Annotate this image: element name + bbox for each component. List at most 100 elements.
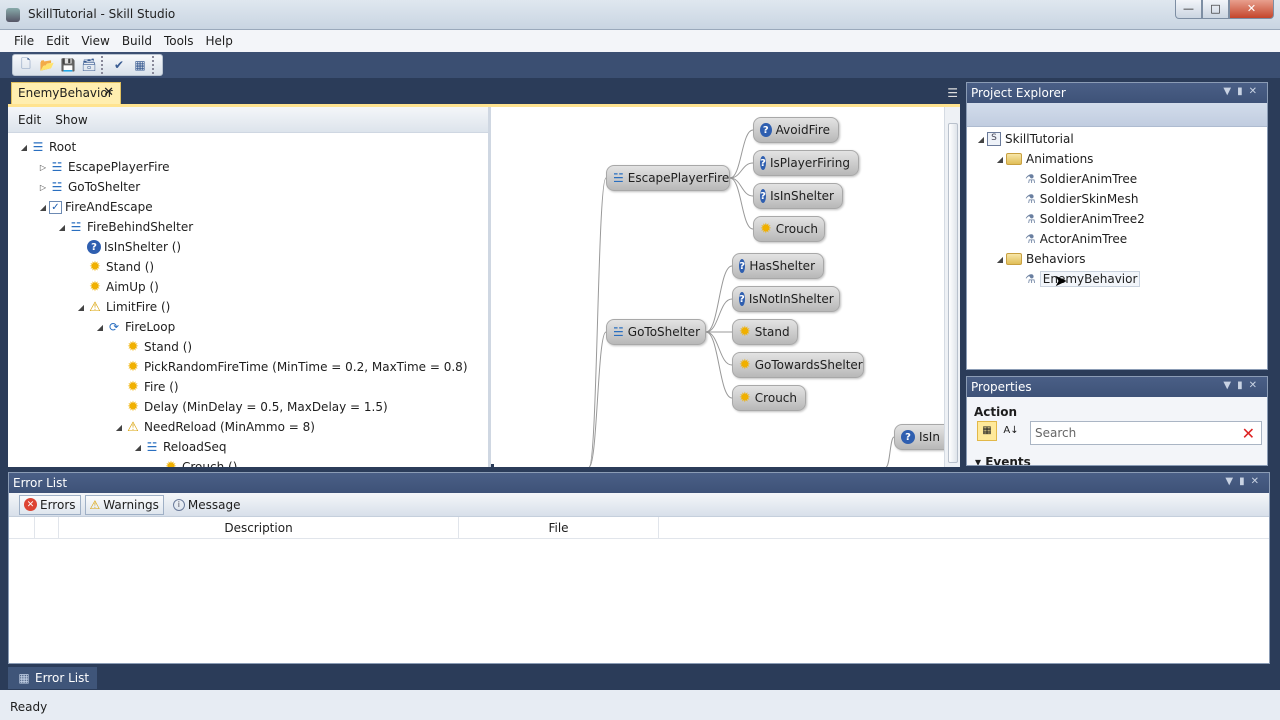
project-tree-item-label: SkillTutorial [1005, 132, 1074, 146]
close-tab-icon[interactable]: ✕ [103, 85, 114, 100]
expander-icon[interactable]: ▷ [37, 183, 49, 192]
action-icon: ✹ [127, 399, 139, 415]
document-menu-icon[interactable]: ☰ [947, 86, 958, 100]
tree-node[interactable]: ▷ ☱ GoToShelter [37, 177, 140, 197]
graph-node[interactable]: ☱ GoToShelter [606, 319, 706, 345]
maximize-button[interactable]: □ [1202, 0, 1229, 19]
menu-view[interactable]: View [75, 34, 115, 48]
expander-icon[interactable]: ◢ [56, 223, 68, 232]
project-explorer-header: Project Explorer ▼▮✕ [967, 83, 1267, 103]
tree-node[interactable]: ◢ ☱ FireBehindShelter [56, 217, 193, 237]
project-tree-item-label: SoldierAnimTree [1039, 172, 1138, 186]
expander-icon[interactable]: ◢ [132, 443, 144, 452]
animation-tree-icon: ⚗ [1025, 232, 1036, 246]
column-severity[interactable] [9, 517, 35, 539]
tree-show-menu[interactable]: Show [55, 113, 87, 127]
graph-node[interactable]: ✹ GoTowardsShelter [732, 352, 864, 378]
tab-enemy-behavior[interactable]: EnemyBehavior ✕ [11, 82, 121, 104]
tree-node[interactable]: ✹ Crouch () [151, 457, 237, 467]
save-all-icon[interactable]: 🗃 [80, 56, 98, 74]
column-index[interactable] [35, 517, 59, 539]
graph-node[interactable]: ✹ Crouch [732, 385, 806, 411]
tree-node[interactable]: ◢ ✓ FireAndEscape [37, 197, 153, 217]
expander-icon[interactable]: ◢ [94, 323, 106, 332]
tree-node[interactable]: ✹ PickRandomFireTime (MinTime = 0.2, MaxT… [113, 357, 467, 377]
property-search-box[interactable]: Search ✕ [1030, 421, 1262, 445]
expander-icon[interactable]: ▷ [37, 163, 49, 172]
properties-panel-controls[interactable]: ▼▮✕ [1223, 380, 1263, 391]
expander-icon[interactable]: ◢ [18, 143, 30, 152]
tree-node[interactable]: ? IsInShelter () [75, 237, 181, 257]
project-tree-item[interactable]: ⚗ ActorAnimTree [1013, 229, 1127, 249]
build-check-icon[interactable]: ✔ [110, 56, 128, 74]
column-file[interactable]: File [459, 517, 659, 539]
expander-icon[interactable]: ◢ [975, 135, 987, 144]
menu-file[interactable]: File [8, 34, 40, 48]
expander-icon[interactable]: ◢ [37, 203, 49, 212]
expander-icon[interactable]: ◢ [994, 155, 1006, 164]
menu-edit[interactable]: Edit [40, 34, 75, 48]
tree-node-label: Delay (MinDelay = 0.5, MaxDelay = 1.5) [144, 400, 388, 414]
project-tree-item[interactable]: ⚗ SoldierSkinMesh [1013, 189, 1138, 209]
alphabetical-sort-icon[interactable]: A↓ [1001, 421, 1021, 441]
tree-node[interactable]: ◢ ⟳ FireLoop [94, 317, 175, 337]
graph-vertical-scrollbar[interactable] [944, 107, 960, 467]
graph-node[interactable]: ? HasShelter [732, 253, 824, 279]
tab-error-list[interactable]: ▦ Error List [8, 667, 98, 689]
toolbar-grip[interactable] [101, 56, 107, 74]
graph-node[interactable]: ? AvoidFire [753, 117, 839, 143]
tree-edit-menu[interactable]: Edit [18, 113, 41, 127]
project-tree-item[interactable]: ◢ Behaviors [994, 249, 1086, 269]
error-list-panel-controls[interactable]: ▼▮✕ [1225, 476, 1265, 487]
column-description[interactable]: Description [59, 517, 459, 539]
events-category[interactable]: ▾ Events [975, 455, 1031, 465]
graph-node[interactable]: ? IsNotInShelter [732, 286, 840, 312]
graph-node[interactable]: ✹ Stand [732, 319, 798, 345]
menu-tools[interactable]: Tools [158, 34, 200, 48]
tree-node[interactable]: ◢ ☰ Root [18, 137, 76, 157]
tree-node[interactable]: ✹ Stand () [75, 257, 154, 277]
warning-icon: ⚠ [89, 497, 101, 512]
expander-icon[interactable]: ◢ [75, 303, 87, 312]
calendar-icon[interactable]: ▦ [131, 56, 149, 74]
graph-node-label: Crouch [775, 222, 818, 236]
expander-icon[interactable]: ◢ [994, 255, 1006, 264]
warnings-filter-button[interactable]: ⚠ Warnings [84, 494, 164, 515]
message-filter-button[interactable]: i Message [168, 495, 246, 515]
close-button[interactable]: ✕ [1229, 0, 1274, 19]
menu-help[interactable]: Help [200, 34, 239, 48]
menu-build[interactable]: Build [116, 34, 158, 48]
tree-node[interactable]: ▷ ☱ EscapePlayerFire [37, 157, 170, 177]
minimize-button[interactable]: — [1175, 0, 1202, 19]
open-folder-icon[interactable]: 📂 [38, 56, 56, 74]
panel-controls[interactable]: ▼▮✕ [1223, 86, 1263, 97]
toolbar-grip-2[interactable] [152, 56, 158, 74]
tree-node[interactable]: ✹ AimUp () [75, 277, 159, 297]
project-tree-item[interactable]: ⚗ SoldierAnimTree [1013, 169, 1137, 189]
project-tree-item[interactable]: ⚗ SoldierAnimTree2 [1013, 209, 1145, 229]
graph-node[interactable]: ? IsInShelter [753, 183, 843, 209]
new-project-icon[interactable]: 🗋 [17, 56, 35, 74]
graph-edge [588, 177, 607, 467]
tree-node[interactable]: ✹ Delay (MinDelay = 0.5, MaxDelay = 1.5) [113, 397, 388, 417]
tree-node[interactable]: ◢ ☱ ReloadSeq [132, 437, 227, 457]
graph-node[interactable]: ✹ Crouch [753, 216, 825, 242]
tree-node[interactable]: ✹ Stand () [113, 337, 192, 357]
tree-node[interactable]: ◢ ⚠ LimitFire () [75, 297, 170, 317]
graph-node-label: GoToShelter [627, 325, 700, 339]
project-tree-item[interactable]: ◢ Animations [994, 149, 1094, 169]
sequence-icon: ☱ [70, 220, 82, 234]
save-icon[interactable]: 💾 [59, 56, 77, 74]
errors-filter-button[interactable]: ✕ Errors [19, 494, 81, 515]
clear-search-icon[interactable]: ✕ [1242, 424, 1255, 443]
scrollbar-thumb[interactable] [948, 123, 958, 463]
expander-icon[interactable]: ◢ [113, 423, 125, 432]
project-tree-item[interactable]: ⚗ EnemyBehavior [1013, 269, 1141, 289]
tree-node[interactable]: ◢ ⚠ NeedReload (MinAmmo = 8) [113, 417, 315, 437]
project-tree-item[interactable]: ◢ S SkillTutorial [975, 129, 1074, 149]
graph-node[interactable]: ☱ EscapePlayerFire [606, 165, 730, 191]
tree-node[interactable]: ✹ Fire () [113, 377, 178, 397]
categorized-view-icon[interactable]: ▦ [977, 421, 997, 441]
graph-node[interactable]: ? IsPlayerFiring [753, 150, 859, 176]
root-list-icon: ☰ [32, 140, 44, 154]
